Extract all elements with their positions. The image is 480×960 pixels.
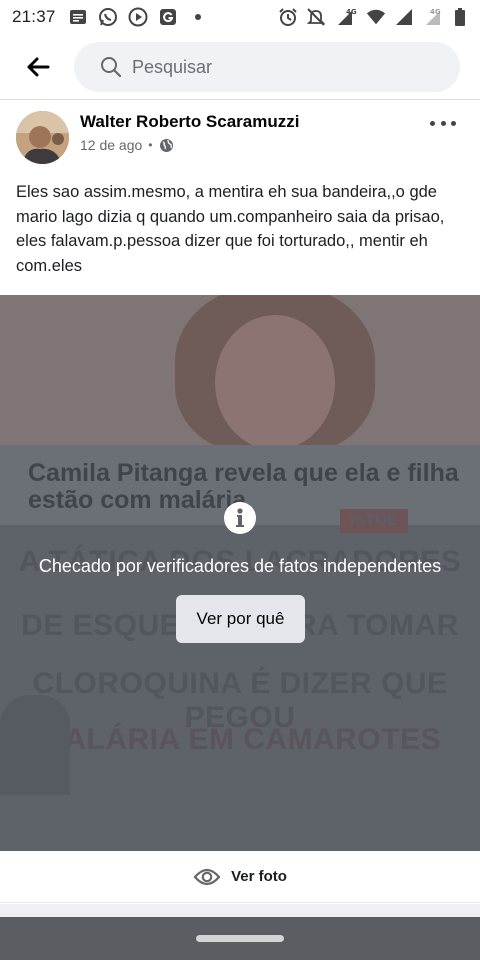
globe-icon [159, 138, 173, 152]
see-photo-button[interactable]: Ver foto [0, 851, 480, 903]
image-brand-logo: ISTOÉ [340, 509, 408, 533]
eye-icon [193, 868, 221, 885]
signal-4g-secondary-icon: 4G [422, 7, 446, 27]
blurred-person-face [215, 315, 335, 450]
search-icon [101, 57, 122, 78]
post-author[interactable]: Walter Roberto Scaramuzzi [80, 112, 299, 132]
post-timestamp[interactable]: 12 de ago [80, 137, 142, 153]
post-image-overlay: Camila Pitanga revela que ela e filha es… [0, 295, 480, 851]
blurred-person-figure [0, 695, 70, 795]
image-text-line-4: MALÁRIA EM CAMAROTES [38, 723, 442, 756]
message-icon [68, 7, 88, 27]
avatar[interactable] [16, 111, 69, 164]
post-options-button[interactable] [430, 113, 456, 133]
svg-text:4G: 4G [346, 8, 357, 16]
wifi-icon [366, 7, 386, 27]
status-bar: 21:37 4G 4G [0, 0, 480, 34]
battery-icon [454, 7, 466, 27]
search-input[interactable] [132, 56, 432, 78]
system-nav-bar [0, 917, 480, 960]
post-header: Walter Roberto Scaramuzzi 12 de ago • [0, 101, 480, 171]
play-icon [128, 7, 148, 27]
whatsapp-icon [98, 7, 118, 27]
search-box[interactable] [74, 42, 460, 92]
status-time: 21:37 [12, 7, 56, 26]
back-button[interactable] [20, 49, 56, 85]
home-gesture-handle[interactable] [196, 935, 284, 942]
see-photo-label: Ver foto [231, 868, 287, 885]
more-dot-icon [440, 120, 446, 126]
more-dot-icon [430, 120, 435, 126]
info-icon [224, 502, 256, 534]
post-text: Eles sao assim.mesmo, a mentira eh sua b… [16, 183, 445, 275]
feed-divider [0, 904, 480, 917]
see-why-button[interactable]: Ver por quê [176, 595, 305, 643]
mute-icon [306, 7, 326, 27]
search-header [0, 34, 480, 100]
back-arrow-icon [27, 57, 50, 76]
fact-check-message: Checado por verificadores de fatos indep… [38, 556, 442, 576]
more-dot-icon [451, 120, 456, 126]
notification-icons [68, 7, 208, 27]
signal-4g-icon: 4G [334, 7, 358, 27]
meta-separator: • [148, 138, 153, 152]
post-meta: 12 de ago • [80, 137, 174, 153]
g-app-icon [158, 7, 178, 27]
more-notifications-dot-icon [188, 7, 208, 27]
svg-text:4G: 4G [430, 8, 441, 16]
system-icons: 4G 4G [278, 7, 466, 27]
signal-bars-icon [394, 7, 414, 27]
alarm-icon [278, 7, 298, 27]
